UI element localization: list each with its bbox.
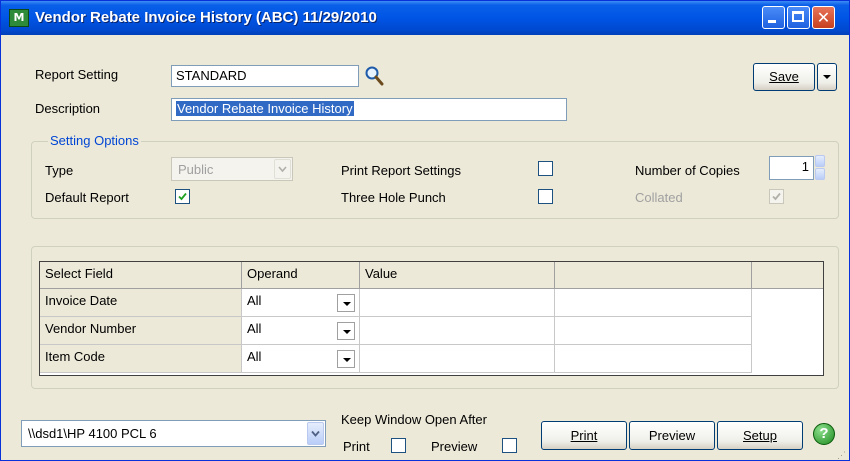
copies-spinner[interactable] xyxy=(815,155,825,181)
keep-open-preview-checkbox[interactable] xyxy=(502,438,517,453)
printer-select-arrow[interactable] xyxy=(307,422,324,445)
printer-value: \\dsd1\HP 4100 PCL 6 xyxy=(28,426,157,441)
chevron-down-icon xyxy=(343,358,351,362)
extra-cell xyxy=(555,345,752,373)
setting-options-group xyxy=(31,141,839,219)
window-title: Vendor Rebate Invoice History (ABC) 11/2… xyxy=(35,9,377,26)
spin-down-icon[interactable] xyxy=(815,168,825,180)
default-report-checkbox[interactable] xyxy=(175,189,190,204)
search-icon[interactable] xyxy=(363,65,385,87)
close-icon: ✕ xyxy=(816,8,831,27)
default-report-label: Default Report xyxy=(45,190,129,205)
minimize-button[interactable] xyxy=(762,6,785,29)
table-row-field: Invoice Date xyxy=(40,289,242,317)
close-button[interactable]: ✕ xyxy=(812,6,835,29)
chevron-down-icon xyxy=(311,430,320,437)
save-options-dropdown[interactable] xyxy=(817,63,837,91)
help-icon[interactable]: ? xyxy=(813,423,835,445)
number-of-copies-input[interactable]: 1 xyxy=(769,156,814,180)
value-cell[interactable] xyxy=(360,289,555,317)
keep-window-open-label: Keep Window Open After xyxy=(341,412,487,427)
number-of-copies-label: Number of Copies xyxy=(635,163,740,178)
column-header-select-field[interactable]: Select Field xyxy=(40,262,242,289)
type-select[interactable]: Public xyxy=(171,157,293,181)
title-bar[interactable]: M Vendor Rebate Invoice History (ABC) 11… xyxy=(1,1,849,35)
checkmark-icon xyxy=(772,192,781,201)
type-select-arrow[interactable] xyxy=(274,159,291,179)
description-input[interactable]: Vendor Rebate Invoice History xyxy=(171,98,567,121)
app-icon[interactable]: M xyxy=(9,9,29,27)
operand-dropdown[interactable] xyxy=(337,294,355,312)
setting-options-legend: Setting Options xyxy=(48,133,141,148)
keep-open-print-label: Print xyxy=(343,439,370,454)
extra-cell xyxy=(555,317,752,345)
chevron-down-icon xyxy=(823,75,831,79)
column-header-filler xyxy=(752,262,823,289)
value-cell[interactable] xyxy=(360,317,555,345)
column-header-value[interactable]: Value xyxy=(360,262,555,289)
report-setting-input[interactable]: STANDARD xyxy=(171,65,359,87)
report-window: M Vendor Rebate Invoice History (ABC) 11… xyxy=(0,0,850,461)
printer-select[interactable]: \\dsd1\HP 4100 PCL 6 xyxy=(21,420,326,447)
type-label: Type xyxy=(45,163,74,178)
preview-button[interactable]: Preview xyxy=(629,421,715,450)
save-button-label: Save xyxy=(769,69,799,84)
keep-open-print-checkbox[interactable] xyxy=(391,438,406,453)
print-button-label: Print xyxy=(570,428,598,443)
maximize-icon xyxy=(792,11,804,22)
setup-button-label: Setup xyxy=(743,428,777,443)
operand-dropdown[interactable] xyxy=(337,322,355,340)
collated-checkbox[interactable] xyxy=(769,189,784,204)
setup-button[interactable]: Setup xyxy=(717,421,803,450)
three-hole-punch-label: Three Hole Punch xyxy=(341,190,446,205)
maximize-button[interactable] xyxy=(787,6,810,29)
print-button[interactable]: Print xyxy=(541,421,627,450)
operand-dropdown[interactable] xyxy=(337,350,355,368)
checkmark-icon xyxy=(178,192,187,201)
selection-grid: Select Field Operand Value Invoice Date … xyxy=(39,261,824,376)
minimize-icon xyxy=(768,20,776,23)
column-header-operand[interactable]: Operand xyxy=(242,262,360,289)
table-row-field: Vendor Number xyxy=(40,317,242,345)
print-report-settings-label: Print Report Settings xyxy=(341,163,461,178)
chevron-down-icon xyxy=(343,330,351,334)
print-report-settings-checkbox[interactable] xyxy=(538,161,553,176)
chevron-down-icon xyxy=(278,166,287,173)
extra-cell xyxy=(555,289,752,317)
preview-button-label: Preview xyxy=(648,428,696,443)
resize-grip-icon[interactable]: ⋰ xyxy=(837,450,849,460)
three-hole-punch-checkbox[interactable] xyxy=(538,189,553,204)
description-label: Description xyxy=(35,101,101,116)
type-value: Public xyxy=(178,162,214,177)
report-setting-label: Report Setting xyxy=(35,67,119,82)
chevron-down-icon xyxy=(343,302,351,306)
collated-label: Collated xyxy=(635,190,683,205)
description-value: Vendor Rebate Invoice History xyxy=(176,101,354,116)
column-header-extra xyxy=(555,262,752,289)
save-button[interactable]: Save xyxy=(753,63,815,91)
keep-open-preview-label: Preview xyxy=(431,439,478,454)
table-row-field: Item Code xyxy=(40,345,242,373)
spin-up-icon[interactable] xyxy=(815,155,825,167)
value-cell[interactable] xyxy=(360,345,555,373)
